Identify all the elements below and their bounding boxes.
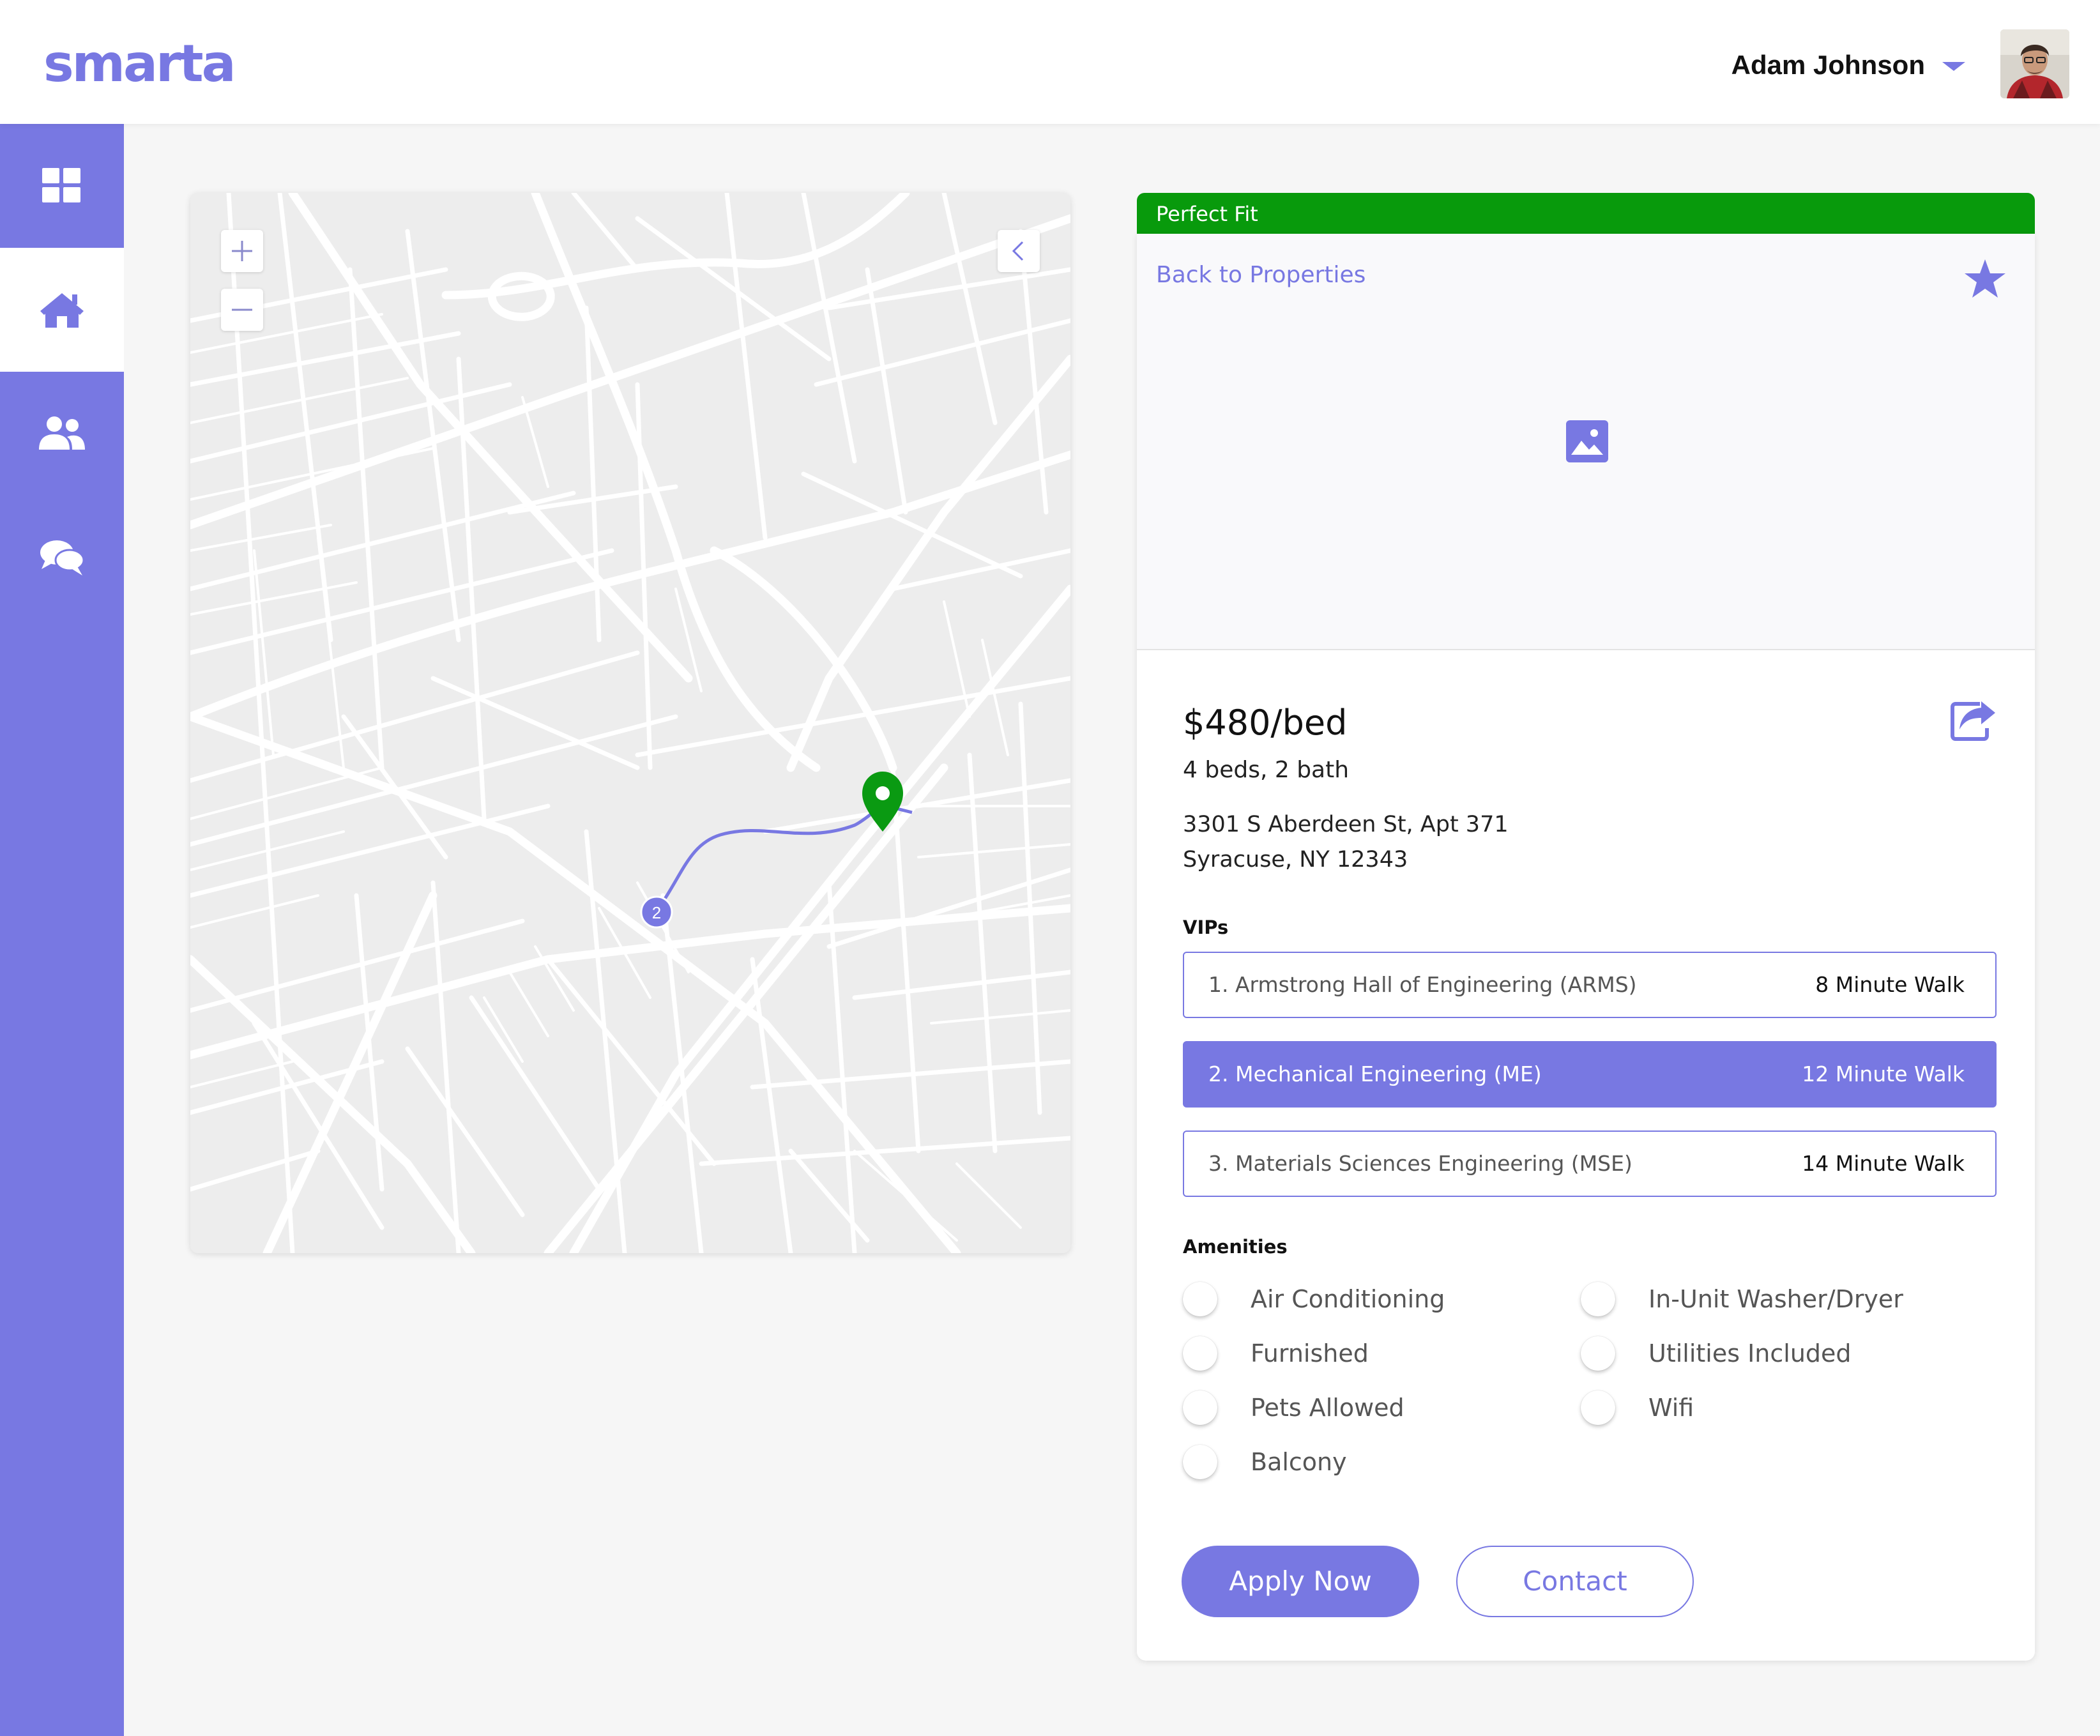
chevron-down-icon[interactable] — [1942, 62, 1965, 71]
price: $480/bed — [1183, 703, 1348, 743]
sidebar — [0, 124, 124, 1736]
apply-now-button[interactable]: Apply Now — [1182, 1546, 1419, 1617]
amenity-radio[interactable] — [1581, 1390, 1615, 1425]
vip-marker[interactable]: 2 — [640, 895, 673, 929]
amenity-label: Utilities Included — [1648, 1339, 1852, 1367]
grid-icon — [42, 168, 80, 202]
amenity-label: Pets Allowed — [1251, 1394, 1404, 1422]
amenity-label: Balcony — [1251, 1448, 1347, 1476]
perfect-fit-badge: Perfect Fit — [1137, 193, 2035, 240]
minus-icon — [232, 308, 252, 311]
image-placeholder-icon — [1566, 420, 1608, 466]
chat-icon — [40, 540, 85, 575]
plus-icon — [232, 241, 252, 261]
star-icon — [1965, 259, 2005, 298]
vip-name: 1. Armstrong Hall of Engineering (ARMS) — [1208, 972, 1637, 997]
amenity-label: In-Unit Washer/Dryer — [1648, 1285, 1903, 1313]
amenity-radio[interactable] — [1581, 1336, 1615, 1371]
vip-name: 3. Materials Sciences Engineering (MSE) — [1208, 1151, 1632, 1176]
street-map[interactable]: 2 — [190, 193, 1070, 1253]
amenity-label: Wifi — [1648, 1394, 1694, 1422]
property-detail-card: Back to Properties $480/bed 4 beds, 2 ba… — [1137, 234, 2035, 1661]
amenity-radio[interactable] — [1581, 1282, 1615, 1316]
zoom-in-button[interactable] — [221, 230, 263, 272]
vip-walk-time: 12 Minute Walk — [1802, 1062, 1965, 1086]
amenity-radio[interactable] — [1183, 1336, 1217, 1371]
beds-baths: 4 beds, 2 bath — [1183, 757, 1350, 783]
vip-row-selected[interactable]: 2. Mechanical Engineering (ME) 12 Minute… — [1183, 1041, 1997, 1108]
amenities-heading: Amenities — [1183, 1236, 1288, 1258]
sidebar-item-dashboard[interactable] — [0, 124, 124, 248]
amenity-radio[interactable] — [1183, 1390, 1217, 1425]
user-name[interactable]: Adam Johnson — [1731, 46, 1925, 84]
favorite-button[interactable] — [1963, 258, 2007, 303]
vips-heading: VIPs — [1183, 917, 1229, 938]
users-icon — [39, 416, 85, 450]
avatar[interactable] — [2000, 29, 2069, 98]
home-icon — [40, 293, 84, 328]
back-to-properties-link[interactable]: Back to Properties — [1156, 259, 1366, 291]
chevron-left-icon — [1012, 241, 1024, 261]
map-panel[interactable]: 2 — [190, 193, 1070, 1253]
vip-row[interactable]: 1. Armstrong Hall of Engineering (ARMS) … — [1183, 952, 1997, 1018]
contact-button[interactable]: Contact — [1456, 1546, 1694, 1617]
amenity-label: Furnished — [1251, 1339, 1369, 1367]
amenity-label: Air Conditioning — [1251, 1285, 1445, 1313]
vip-name: 2. Mechanical Engineering (ME) — [1208, 1062, 1542, 1086]
vip-marker-label: 2 — [652, 903, 661, 922]
property-photo[interactable]: Back to Properties — [1137, 234, 2035, 650]
sidebar-item-people[interactable] — [0, 372, 124, 496]
collapse-map-button[interactable] — [998, 230, 1040, 272]
address-line-2: Syracuse, NY 12343 — [1183, 847, 1408, 872]
zoom-out-button[interactable] — [221, 289, 263, 331]
sidebar-item-home[interactable] — [0, 248, 124, 372]
vip-row[interactable]: 3. Materials Sciences Engineering (MSE) … — [1183, 1131, 1997, 1197]
vip-walk-time: 8 Minute Walk — [1815, 972, 1965, 997]
share-icon — [1951, 701, 1995, 741]
app-logo[interactable]: smarta — [43, 32, 236, 96]
sidebar-item-messages[interactable] — [0, 496, 124, 620]
amenity-radio[interactable] — [1183, 1445, 1217, 1479]
share-button[interactable] — [1951, 700, 1997, 744]
top-bar: smarta Adam Johnson — [0, 0, 2100, 124]
address-line-1: 3301 S Aberdeen St, Apt 371 — [1183, 812, 1509, 837]
amenity-radio[interactable] — [1183, 1282, 1217, 1316]
vip-walk-time: 14 Minute Walk — [1802, 1151, 1965, 1176]
